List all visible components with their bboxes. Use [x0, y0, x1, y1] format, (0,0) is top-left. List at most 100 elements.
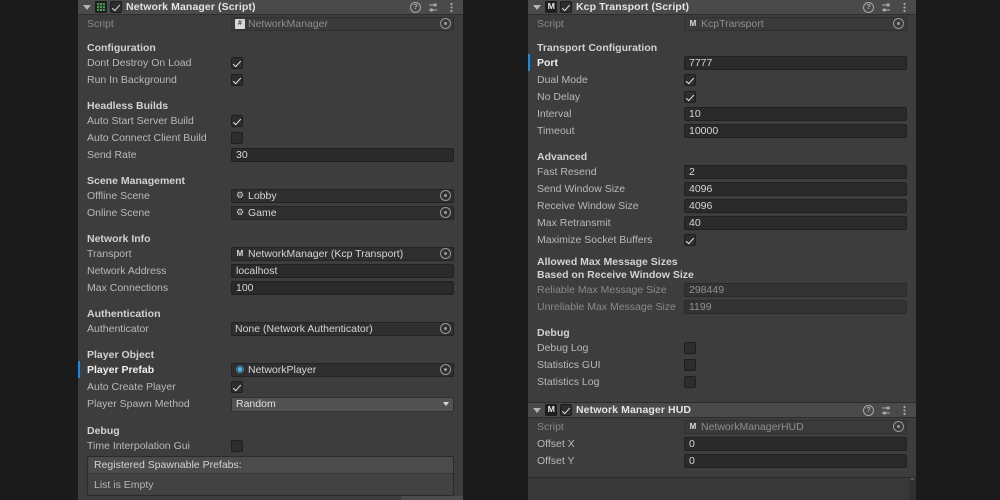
label-script: Script [87, 17, 114, 30]
checkbox-debug-log[interactable] [684, 341, 696, 354]
object-picker-icon[interactable] [440, 18, 451, 29]
label-reliable-max-message-size: Reliable Max Message Size [537, 283, 667, 296]
field-script-value[interactable]: M NetworkManagerHUD [684, 419, 907, 434]
component-enable-checkbox[interactable] [560, 404, 572, 416]
help-icon[interactable]: ? [863, 404, 874, 416]
prefab-override-marker [78, 361, 80, 378]
checkbox-time-interpolation-gui[interactable] [231, 439, 243, 452]
object-picker-icon[interactable] [440, 323, 451, 334]
object-picker-icon[interactable] [440, 248, 451, 259]
transport-value: NetworkManager (Kcp Transport) [248, 247, 404, 260]
label-fast-resend: Fast Resend [537, 165, 597, 178]
component-title: Kcp Transport (Script) [576, 1, 690, 13]
checkbox-dual-mode[interactable] [684, 73, 696, 86]
row-unreliable-max-message-size: Unreliable Max Message Size 1199 [528, 298, 916, 315]
context-menu-icon[interactable] [446, 2, 457, 13]
input-send-window-size[interactable]: 4096 [684, 181, 907, 196]
mirror-component-icon [545, 1, 557, 13]
objectfield-offline-scene[interactable]: ⚙ Lobby [231, 188, 454, 203]
section-label: Advanced [537, 151, 588, 163]
label-auto-connect-client-build: Auto Connect Client Build [87, 131, 207, 144]
label-send-window-size: Send Window Size [537, 182, 626, 195]
input-port[interactable]: 7777 [684, 55, 907, 70]
label-player-prefab: Player Prefab [87, 363, 155, 376]
spawnable-prefabs-list-body: List is Empty [88, 474, 453, 495]
help-icon[interactable]: ? [863, 1, 874, 13]
label-statistics-log: Statistics Log [537, 375, 600, 388]
object-picker-icon[interactable] [893, 18, 904, 29]
label-auto-start-server-build: Auto Start Server Build [87, 114, 194, 127]
checkbox-dont-destroy-on-load[interactable] [231, 56, 243, 69]
input-timeout[interactable]: 10000 [684, 123, 907, 138]
label-offline-scene: Offline Scene [87, 189, 150, 202]
row-offset-x: Offset X 0 [528, 435, 916, 452]
field-script-value[interactable]: M KcpTransport [684, 16, 907, 31]
object-picker-icon[interactable] [440, 207, 451, 218]
mirror-script-icon: M [689, 18, 697, 28]
checkbox-run-in-background[interactable] [231, 73, 243, 86]
row-player-prefab: Player Prefab ◉ NetworkPlayer [78, 361, 463, 378]
label-offset-y: Offset Y [537, 454, 575, 467]
checkbox-no-delay[interactable] [684, 90, 696, 103]
objectfield-transport[interactable]: M NetworkManager (Kcp Transport) [231, 246, 454, 261]
component-header-network-manager[interactable]: Network Manager (Script) ? [78, 0, 463, 15]
component-enable-checkbox[interactable] [560, 1, 572, 13]
label-time-interpolation-gui: Time Interpolation Gui [87, 439, 190, 452]
preset-icon[interactable] [428, 2, 439, 13]
foldout-arrow-icon[interactable] [532, 2, 543, 13]
input-interval[interactable]: 10 [684, 106, 907, 121]
chevron-down-icon [443, 402, 449, 406]
foldout-arrow-icon[interactable] [532, 405, 543, 416]
row-authenticator: Authenticator None (Network Authenticato… [78, 320, 463, 337]
input-max-retransmit[interactable]: 40 [684, 215, 907, 230]
section-label: Transport Configuration [537, 42, 658, 54]
row-reliable-max-message-size: Reliable Max Message Size 298449 [528, 281, 916, 298]
object-picker-icon[interactable] [893, 421, 904, 432]
preset-icon[interactable] [881, 405, 892, 416]
label-max-retransmit: Max Retransmit [537, 216, 611, 229]
section-allowed-max-message-sizes: Allowed Max Message Sizes Based on Recei… [528, 254, 916, 281]
checkbox-auto-start-server-build[interactable] [231, 114, 243, 127]
input-receive-window-size[interactable]: 4096 [684, 198, 907, 213]
input-fast-resend[interactable]: 2 [684, 164, 907, 179]
context-menu-icon[interactable] [899, 2, 910, 13]
help-icon[interactable]: ? [410, 1, 421, 13]
checkbox-statistics-gui[interactable] [684, 358, 696, 371]
context-menu-icon[interactable] [899, 405, 910, 416]
label-port: Port [537, 56, 558, 69]
object-picker-icon[interactable] [440, 364, 451, 375]
checkbox-statistics-log[interactable] [684, 375, 696, 388]
label-dont-destroy-on-load: Dont Destroy On Load [87, 56, 192, 69]
section-configuration: Configuration [78, 36, 463, 54]
component-network-manager: Network Manager (Script) ? Script # Netw… [78, 0, 463, 500]
component-enable-checkbox[interactable] [110, 1, 122, 13]
component-header-kcp-transport[interactable]: Kcp Transport (Script) ? [528, 0, 916, 15]
objectfield-player-prefab[interactable]: ◉ NetworkPlayer [231, 362, 454, 377]
field-script-value[interactable]: # NetworkManager [231, 16, 454, 31]
section-label: Scene Management [87, 175, 186, 187]
input-network-address[interactable]: localhost [231, 263, 454, 278]
objectfield-authenticator[interactable]: None (Network Authenticator) [231, 321, 454, 336]
row-statistics-log: Statistics Log [528, 373, 916, 390]
input-max-connections[interactable]: 100 [231, 280, 454, 295]
input-reliable-max-message-size: 298449 [684, 282, 907, 297]
input-offset-x[interactable]: 0 [684, 436, 907, 451]
input-send-rate[interactable]: 30 [231, 147, 454, 162]
label-online-scene: Online Scene [87, 206, 151, 219]
checkbox-maximize-socket-buffers[interactable] [684, 233, 696, 246]
component-header-network-manager-hud[interactable]: Network Manager HUD ? [528, 403, 916, 418]
preset-icon[interactable] [881, 2, 892, 13]
section-label: Debug [537, 327, 570, 339]
scene-asset-icon: ⚙ [235, 190, 245, 200]
objectfield-online-scene[interactable]: ⚙ Game [231, 205, 454, 220]
checkbox-auto-connect-client-build[interactable] [231, 131, 243, 144]
foldout-arrow-icon[interactable] [82, 2, 93, 13]
section-label: Configuration [87, 42, 156, 54]
section-label: Authentication [87, 308, 161, 320]
input-offset-y[interactable]: 0 [684, 453, 907, 468]
dropdown-player-spawn-method[interactable]: Random [231, 396, 454, 412]
label-maximize-socket-buffers: Maximize Socket Buffers [537, 233, 653, 246]
checkbox-auto-create-player[interactable] [231, 380, 243, 393]
section-label: Headless Builds [87, 100, 169, 112]
object-picker-icon[interactable] [440, 190, 451, 201]
